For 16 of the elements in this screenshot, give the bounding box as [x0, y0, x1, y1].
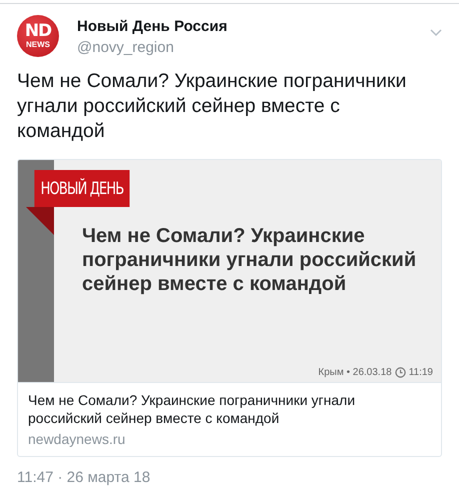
clock-icon — [394, 367, 406, 378]
author-handle[interactable]: @novy_region — [77, 39, 228, 56]
image-region-date: Крым • 26.03.18 — [318, 367, 392, 378]
logo-letters: ND — [24, 23, 52, 40]
author-name[interactable]: Новый День Россия — [77, 18, 228, 35]
image-time: 11:19 — [408, 367, 433, 378]
card-title: Чем не Сомали? Украинские пограничники угнали российский сейнер вместе с командой — [28, 391, 356, 427]
banner-fold — [26, 207, 54, 235]
logo-label: NEWS — [26, 41, 50, 49]
tweet-text: Чем не Сомали? Украинские пограничники угнали российский сейнер вместе с командой — [17, 69, 408, 144]
avatar-logo[interactable]: ND NEWS — [17, 15, 59, 57]
tweet-timestamp: 11:47 · 26 марта 18 — [17, 469, 152, 486]
link-card[interactable] — [17, 159, 442, 457]
image-headline: Чем не Сомали? Украинские пограничники угнали российский сейнер вместе с командой — [82, 224, 418, 296]
card-domain: newdaynews.ru — [28, 431, 126, 447]
brand-banner: НОВЫЙ ДЕНЬ — [34, 170, 130, 207]
